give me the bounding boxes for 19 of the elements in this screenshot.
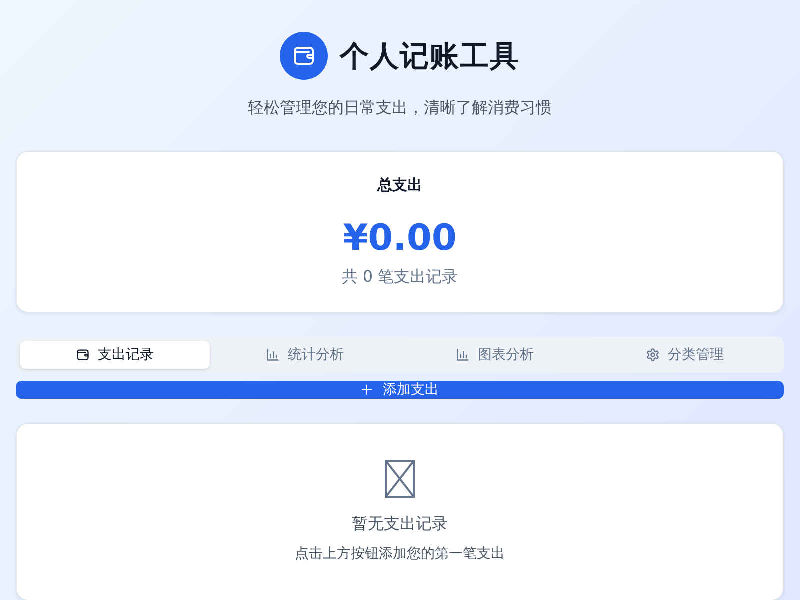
- wallet-icon: [76, 348, 90, 362]
- record-count: 共 0 笔支出记录: [342, 266, 458, 288]
- app-subtitle: 轻松管理您的日常支出，清晰了解消费习惯: [247, 97, 553, 119]
- plus-icon: [361, 384, 373, 396]
- bar-chart-icon: [456, 348, 470, 362]
- empty-hint: 点击上方按钮添加您的第一笔支出: [295, 545, 505, 564]
- total-amount: ¥0.00: [343, 217, 457, 261]
- tab[interactable]: 分类管理: [590, 341, 780, 369]
- wallet-icon: [280, 32, 328, 80]
- tab[interactable]: 统计分析: [210, 341, 400, 369]
- tab[interactable]: 支出记录: [20, 341, 210, 369]
- settings-icon: [646, 348, 660, 362]
- tab[interactable]: 图表分析: [400, 341, 590, 369]
- crossed-box-icon: [385, 460, 415, 498]
- empty-title: 暂无支出记录: [352, 513, 448, 535]
- app-title: 个人记账工具: [340, 38, 520, 75]
- total-label: 总支出: [378, 175, 422, 196]
- add-expense-button[interactable]: 添加支出: [16, 381, 784, 399]
- bar-chart-icon: [266, 348, 280, 362]
